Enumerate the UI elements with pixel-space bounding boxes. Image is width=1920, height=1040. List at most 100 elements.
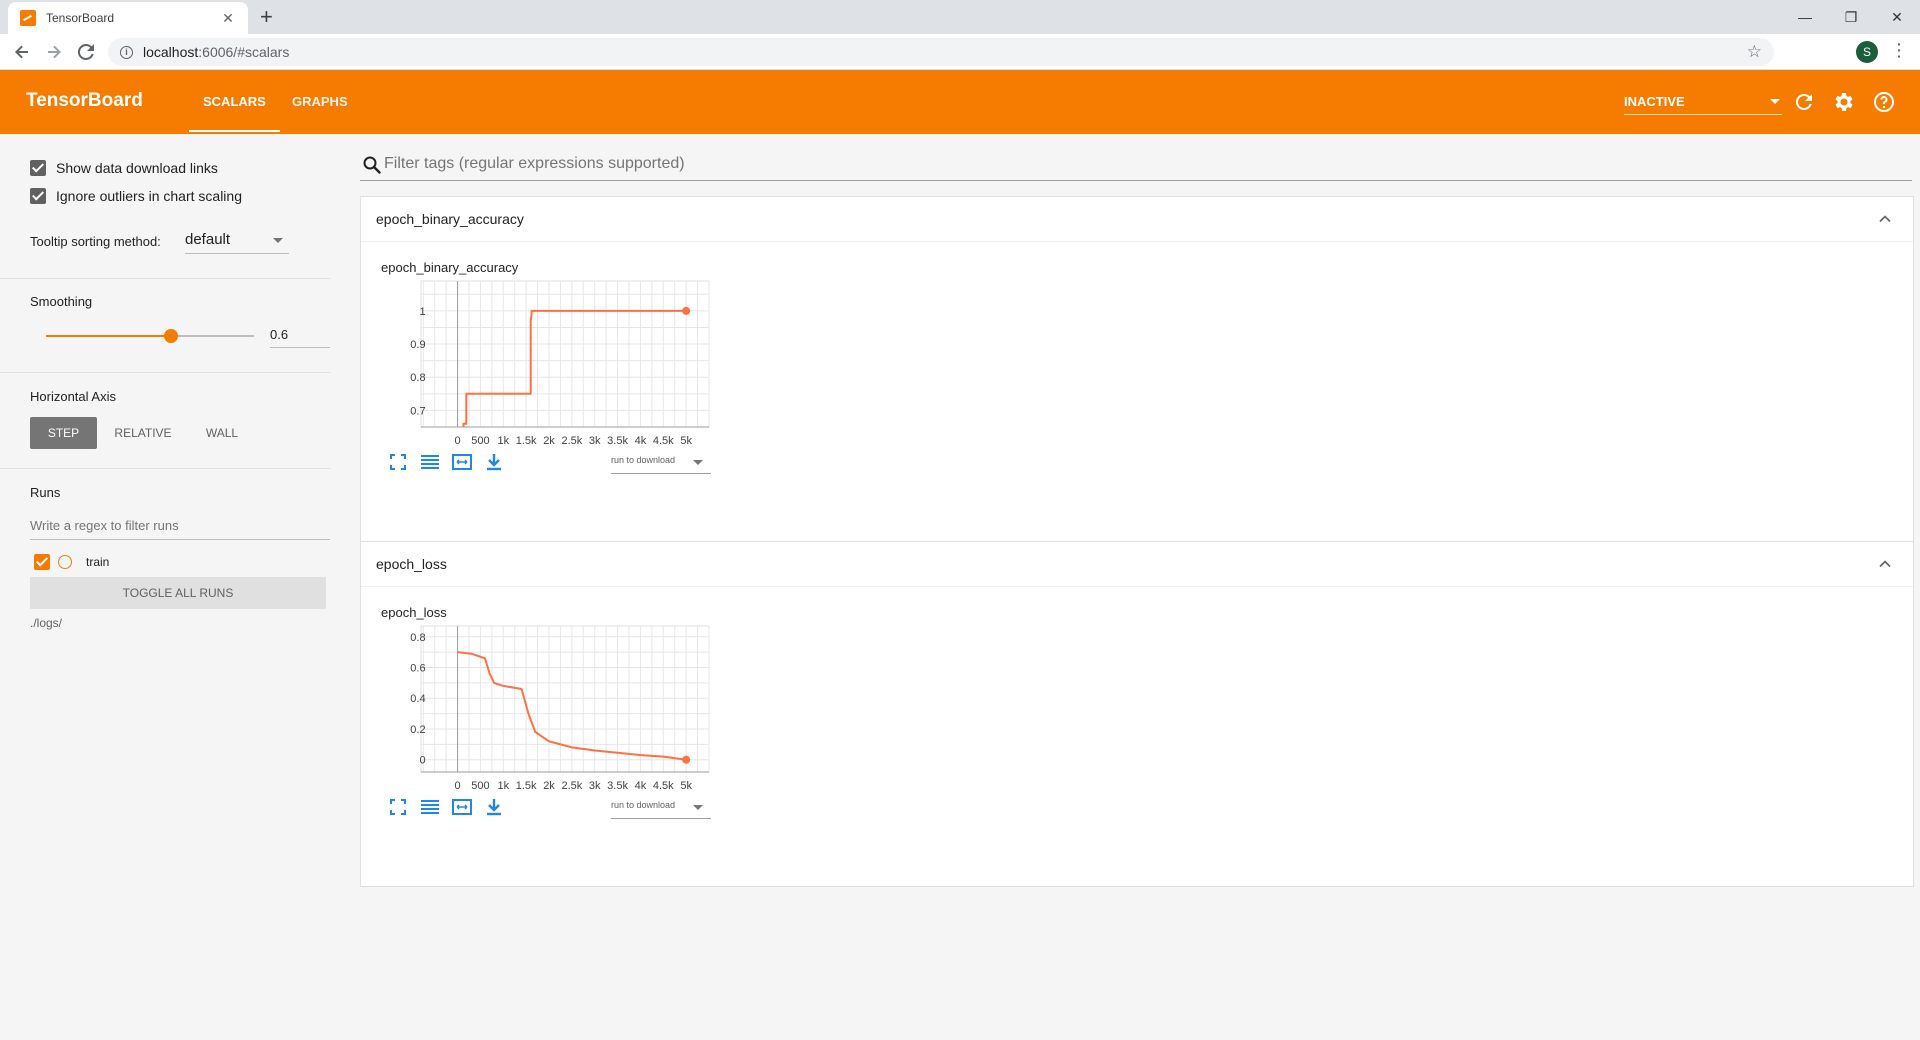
x-tick-label: 3.5k — [607, 435, 628, 447]
runs-label: Runs — [30, 485, 61, 500]
tag-group-header[interactable]: epoch_loss — [361, 542, 1913, 587]
y-tick-label: 0.7 — [410, 405, 425, 417]
browser-menu-icon[interactable]: ⋮ — [1890, 40, 1908, 61]
profile-avatar[interactable]: S — [1856, 41, 1878, 63]
x-tick-label: 3k — [589, 780, 601, 792]
search-icon — [363, 156, 381, 174]
toggle-all-runs-button[interactable]: TOGGLE ALL RUNS — [30, 577, 326, 609]
help-icon[interactable] — [1872, 90, 1896, 114]
chart-loss[interactable]: 0 500 1k 1.5k 2k 2.5k 3k 3.5k 4k 4.5k 5k 0 0.2 0.4 0.6… — [381, 624, 711, 794]
x-tick-label: 1.5k — [516, 435, 537, 447]
tag-group-header[interactable]: epoch_binary_accuracy — [361, 197, 1913, 242]
url-text[interactable]: localhost:6006/#scalars — [143, 44, 1747, 60]
smoothing-slider-thumb[interactable] — [163, 329, 178, 343]
tooltip-sorting-dropdown[interactable]: default — [185, 227, 289, 254]
tag-filter-input[interactable]: Filter tags (regular expressions support… — [360, 152, 1912, 181]
runs-regex-input[interactable]: Write a regex to filter runs — [30, 514, 330, 540]
address-bar[interactable]: i localhost:6006/#scalars ☆ — [108, 38, 1774, 66]
series-endpoint-point — [682, 306, 691, 315]
x-tick-label: 1.5k — [516, 780, 537, 792]
y-tick-label: 1 — [419, 306, 425, 318]
browser-tab-title: TensorBoard — [46, 11, 115, 25]
fullscreen-icon[interactable] — [387, 451, 409, 473]
info-icon[interactable]: i — [120, 45, 133, 59]
chart-title: epoch_loss — [381, 605, 447, 620]
refresh-icon[interactable] — [1792, 90, 1816, 114]
x-tick-label: 0 — [455, 435, 461, 447]
run-to-download-dropdown[interactable]: run to download — [611, 794, 711, 819]
fullscreen-icon[interactable] — [387, 796, 409, 818]
run-to-download-label: run to download — [611, 800, 676, 810]
smoothing-value-input[interactable]: 0.6 — [270, 322, 330, 348]
forward-button[interactable] — [42, 40, 66, 64]
x-tick-label: 3k — [589, 435, 601, 447]
chart-toolbar — [387, 796, 505, 820]
x-tick-label: 2.5k — [561, 780, 582, 792]
browser-tab[interactable]: TensorBoard ✕ — [8, 2, 248, 34]
run-name: train — [86, 555, 110, 569]
x-tick-label: 5k — [680, 435, 692, 447]
download-icon[interactable] — [483, 451, 505, 473]
smoothing-slider-fill — [46, 335, 171, 337]
browser-tab-strip: TensorBoard ✕ + — ❐ ✕ — [0, 0, 1920, 34]
run-checkbox[interactable] — [34, 554, 50, 570]
bookmark-star-icon[interactable]: ☆ — [1747, 42, 1762, 62]
axis-wall-button[interactable]: WALL — [195, 417, 249, 449]
fit-domain-icon[interactable] — [451, 796, 473, 818]
plot-frame — [420, 625, 710, 773]
x-tick-label: 0 — [455, 780, 461, 792]
tab-close-icon[interactable]: ✕ — [220, 10, 236, 27]
arrow-right-icon — [48, 45, 61, 59]
run-to-download-dropdown[interactable]: run to download — [611, 449, 711, 474]
x-tick-label: 4k — [635, 435, 647, 447]
log-scale-lines-icon[interactable] — [419, 796, 441, 818]
x-tick-label: 1k — [497, 435, 509, 447]
new-tab-button[interactable]: + — [260, 4, 273, 30]
x-tick-label: 4.5k — [653, 780, 674, 792]
x-tick-label: 1k — [497, 780, 509, 792]
plot-frame — [420, 280, 710, 428]
tab-scalars[interactable]: SCALARS — [189, 94, 280, 132]
show-download-links-label: Show data download links — [56, 160, 218, 176]
tab-graphs[interactable]: GRAPHS — [292, 94, 348, 109]
tag-group-card: epoch_binary_accuracy epoch_binary_accur… — [360, 196, 1914, 542]
y-tick-label: 0.6 — [410, 662, 425, 674]
arrow-left-icon — [15, 45, 28, 59]
run-status-label: INACTIVE — [1624, 94, 1685, 109]
window-controls: — ❐ ✕ — [1782, 0, 1920, 34]
axis-step-button[interactable]: STEP — [30, 417, 97, 449]
download-icon[interactable] — [483, 796, 505, 818]
chart-title: epoch_binary_accuracy — [381, 260, 519, 275]
axis-relative-button[interactable]: RELATIVE — [105, 417, 181, 449]
y-tick-label: 0.2 — [410, 724, 425, 736]
back-button[interactable] — [10, 40, 34, 64]
chart-accuracy[interactable]: 0 500 1k 1.5k 2k 2.5k 3k 3.5k 4k 4.5k 5k 0.7 0.8 0.9 1 — [381, 279, 711, 449]
fit-domain-icon[interactable] — [451, 451, 473, 473]
reload-button[interactable] — [74, 40, 98, 64]
close-window-button[interactable]: ✕ — [1874, 0, 1920, 34]
x-tick-label: 500 — [471, 435, 489, 447]
minimize-button[interactable]: — — [1782, 0, 1828, 34]
ignore-outliers-checkbox[interactable]: Ignore outliers in chart scaling — [30, 188, 242, 204]
show-download-links-checkbox[interactable]: Show data download links — [30, 160, 218, 176]
x-tick-label: 5k — [680, 780, 692, 792]
y-tick-label: 0.8 — [410, 632, 425, 644]
ignore-outliers-label: Ignore outliers in chart scaling — [56, 188, 242, 204]
x-tick-label: 2.5k — [561, 435, 582, 447]
x-tick-label: 3.5k — [607, 780, 628, 792]
smoothing-slider[interactable] — [46, 329, 254, 343]
chevron-up-icon[interactable] — [1875, 209, 1895, 229]
run-color-circle-icon[interactable] — [58, 555, 72, 569]
log-scale-lines-icon[interactable] — [419, 451, 441, 473]
chevron-up-icon[interactable] — [1875, 554, 1895, 574]
y-tick-label: 0.8 — [410, 372, 425, 384]
run-status-dropdown[interactable]: INACTIVE — [1624, 86, 1782, 115]
settings-gear-icon[interactable] — [1832, 90, 1856, 114]
checkbox-checked-icon — [30, 188, 46, 204]
tag-filter-placeholder: Filter tags (regular expressions support… — [384, 155, 685, 172]
y-tick-label: 0.4 — [410, 693, 425, 705]
restore-button[interactable]: ❐ — [1828, 0, 1874, 34]
reload-icon — [78, 44, 94, 60]
chart-toolbar — [387, 451, 505, 475]
sidebar-divider — [0, 468, 330, 469]
